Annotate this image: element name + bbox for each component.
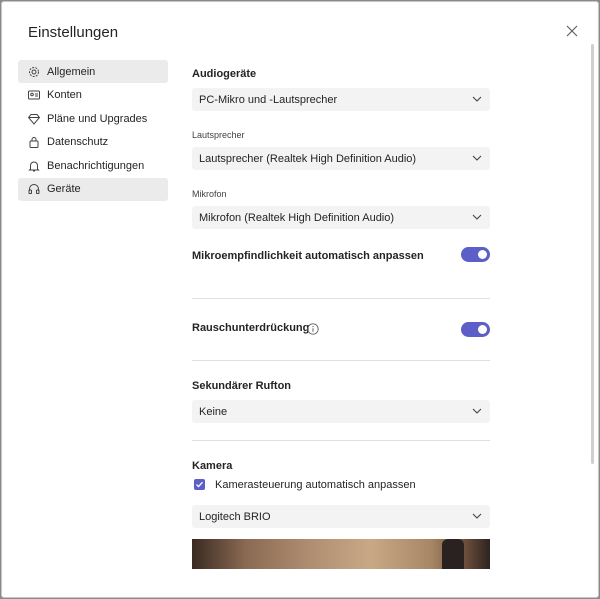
bell-icon: [28, 160, 40, 172]
divider: [192, 298, 490, 299]
chevron-down-icon: [472, 214, 482, 220]
camera-value: Logitech BRIO: [199, 510, 271, 523]
nav-item-datenschutz[interactable]: Datenschutz: [18, 131, 168, 154]
auto-mic-label: Mikroempfindlichkeit automatisch anpasse…: [192, 250, 424, 262]
settings-dialog: Einstellungen Allgemein Konten Pläne und…: [1, 1, 599, 598]
dialog-title: Einstellungen: [28, 24, 119, 41]
mic-label: Mikrofon: [192, 189, 227, 199]
id-card-icon: [28, 89, 40, 101]
chevron-down-icon: [472, 155, 482, 161]
gear-icon: [28, 66, 40, 78]
audio-device-select[interactable]: PC-Mikro und -Lautsprecher: [192, 88, 490, 111]
secondary-ringer-value: Keine: [199, 405, 228, 418]
nav-item-label: Datenschutz: [47, 136, 109, 149]
speaker-value: Lautsprecher (Realtek High Definition Au…: [199, 152, 417, 165]
divider: [192, 440, 490, 441]
speaker-select[interactable]: Lautsprecher (Realtek High Definition Au…: [192, 147, 490, 170]
divider: [192, 360, 490, 361]
secondary-ringer-select[interactable]: Keine: [192, 400, 490, 423]
noise-suppression-label: Rauschunterdrückung: [192, 322, 310, 334]
scrollbar[interactable]: [591, 44, 594, 464]
chevron-down-icon: [472, 96, 482, 102]
nav-item-label: Pläne und Upgrades: [47, 112, 148, 125]
nav-item-geraete[interactable]: Geräte: [18, 177, 168, 201]
nav-item-label: Benachrichtigungen: [47, 159, 145, 172]
diamond-icon: [28, 113, 40, 125]
chevron-down-icon: [472, 513, 482, 519]
camera-auto-adjust-checkbox[interactable]: [194, 479, 205, 490]
camera-select[interactable]: Logitech BRIO: [192, 505, 490, 528]
headset-icon: [28, 183, 40, 195]
info-icon[interactable]: [307, 323, 319, 335]
audio-devices-heading: Audiogeräte: [192, 68, 257, 80]
camera-heading: Kamera: [192, 460, 233, 472]
checkmark-icon: [196, 481, 203, 488]
nav-item-plaene[interactable]: Pläne und Upgrades: [18, 107, 168, 130]
camera-preview: [192, 539, 490, 569]
noise-suppression-toggle[interactable]: [461, 322, 490, 337]
toggle-knob: [478, 250, 487, 259]
nav-item-label: Konten: [47, 89, 82, 102]
settings-nav: Allgemein Konten Pläne und Upgrades Date…: [18, 60, 168, 202]
audio-device-value: PC-Mikro und -Lautsprecher: [199, 93, 338, 106]
secondary-ringer-heading: Sekundärer Rufton: [192, 380, 292, 392]
close-icon[interactable]: [564, 23, 580, 39]
nav-item-benachrichtigungen[interactable]: Benachrichtigungen: [18, 154, 168, 177]
toggle-knob: [478, 325, 487, 334]
camera-auto-adjust-label: Kamerasteuerung automatisch anpassen: [215, 479, 416, 491]
lock-icon: [28, 136, 40, 149]
speaker-label: Lautsprecher: [192, 130, 245, 140]
nav-item-label: Geräte: [47, 183, 81, 196]
mic-value: Mikrofon (Realtek High Definition Audio): [199, 211, 395, 224]
mic-select[interactable]: Mikrofon (Realtek High Definition Audio): [192, 206, 490, 229]
auto-mic-toggle[interactable]: [461, 247, 490, 262]
chevron-down-icon: [472, 408, 482, 414]
nav-item-allgemein[interactable]: Allgemein: [18, 60, 168, 83]
nav-item-konten[interactable]: Konten: [18, 84, 168, 107]
nav-item-label: Allgemein: [47, 65, 96, 78]
